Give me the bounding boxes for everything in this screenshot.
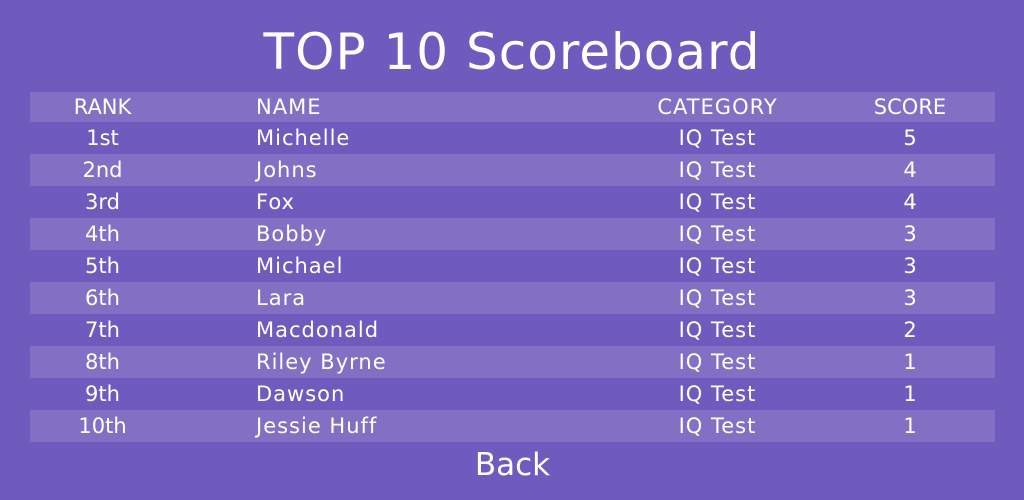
name-cell: Fox <box>256 190 295 214</box>
score-cell: 1 <box>903 382 917 406</box>
table-row: 9th Dawson IQ Test 1 <box>30 378 995 410</box>
rank-cell: 8th <box>85 350 120 374</box>
rank-cell: 9th <box>85 382 120 406</box>
score-cell: 3 <box>903 254 917 278</box>
rank-cell: 4th <box>85 222 120 246</box>
table-row: 3rd Fox IQ Test 4 <box>30 186 995 218</box>
score-cell: 2 <box>903 318 917 342</box>
table-row: 5th Michael IQ Test 3 <box>30 250 995 282</box>
name-cell: Riley Byrne <box>256 350 387 374</box>
category-cell: IQ Test <box>678 158 757 182</box>
header-score: SCORE <box>873 95 947 119</box>
category-cell: IQ Test <box>678 222 757 246</box>
score-cell: 3 <box>903 286 917 310</box>
category-cell: IQ Test <box>678 414 757 438</box>
rank-cell: 6th <box>85 286 120 310</box>
header-name: NAME <box>256 95 322 119</box>
header-category: CATEGORY <box>657 95 778 119</box>
table-row: 10th Jessie Huff IQ Test 1 <box>30 410 995 442</box>
rank-cell: 3rd <box>85 190 120 214</box>
name-cell: Macdonald <box>256 318 380 342</box>
score-cell: 4 <box>903 158 917 182</box>
score-cell: 1 <box>903 414 917 438</box>
name-cell: Lara <box>256 286 307 310</box>
table-row: 8th Riley Byrne IQ Test 1 <box>30 346 995 378</box>
table-row: 1st Michelle IQ Test 5 <box>30 122 995 154</box>
rank-cell: 2nd <box>82 158 123 182</box>
back-button[interactable]: Back <box>440 444 585 486</box>
table-header: RANK NAME CATEGORY SCORE <box>30 92 995 122</box>
name-cell: Jessie Huff <box>256 414 378 438</box>
header-rank: RANK <box>73 95 132 119</box>
table-row: 2nd Johns IQ Test 4 <box>30 154 995 186</box>
category-cell: IQ Test <box>678 350 757 374</box>
table-row: 7th Macdonald IQ Test 2 <box>30 314 995 346</box>
rank-cell: 1st <box>86 126 119 150</box>
category-cell: IQ Test <box>678 286 757 310</box>
name-cell: Bobby <box>256 222 328 246</box>
name-cell: Michelle <box>256 126 351 150</box>
name-cell: Johns <box>256 158 318 182</box>
category-cell: IQ Test <box>678 382 757 406</box>
rank-cell: 10th <box>78 414 127 438</box>
table-row: 4th Bobby IQ Test 3 <box>30 218 995 250</box>
rank-cell: 5th <box>85 254 120 278</box>
rank-cell: 7th <box>85 318 120 342</box>
category-cell: IQ Test <box>678 318 757 342</box>
score-cell: 5 <box>903 126 917 150</box>
score-cell: 3 <box>903 222 917 246</box>
score-cell: 1 <box>903 350 917 374</box>
name-cell: Dawson <box>256 382 346 406</box>
name-cell: Michael <box>256 254 344 278</box>
score-cell: 4 <box>903 190 917 214</box>
table-row: 6th Lara IQ Test 3 <box>30 282 995 314</box>
category-cell: IQ Test <box>678 126 757 150</box>
page-title: TOP 10 Scoreboard <box>263 23 761 81</box>
scoreboard-table: RANK NAME CATEGORY SCORE 1st Michelle IQ… <box>30 92 995 442</box>
category-cell: IQ Test <box>678 190 757 214</box>
category-cell: IQ Test <box>678 254 757 278</box>
